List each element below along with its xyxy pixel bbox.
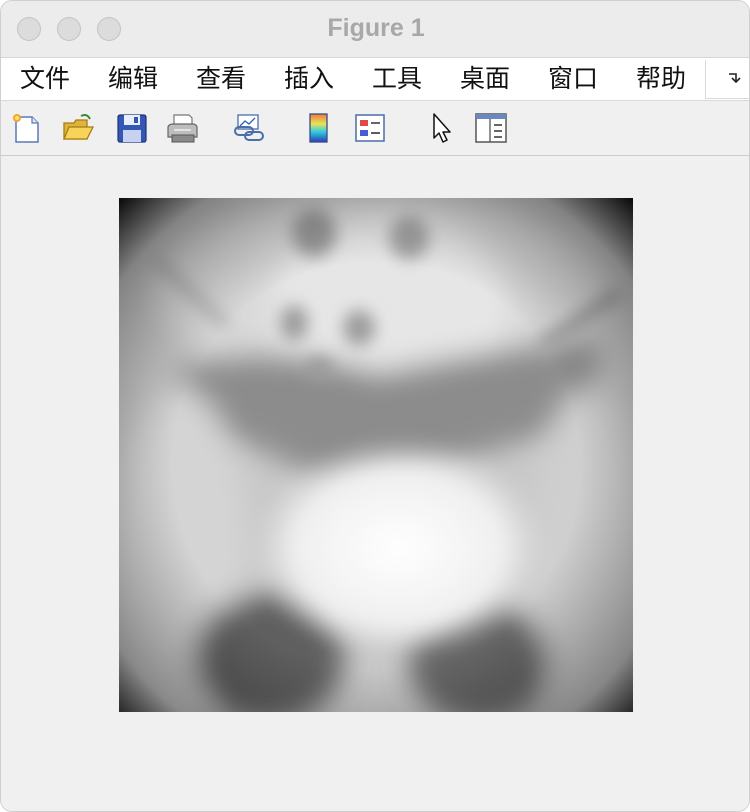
menu-desktop[interactable]: 桌面 xyxy=(460,62,510,96)
overflow-arrow-icon xyxy=(729,73,741,84)
grayscale-panda-image xyxy=(109,193,649,728)
print-icon xyxy=(167,114,198,143)
open-file-button[interactable] xyxy=(61,111,95,145)
menu-edit[interactable]: 编辑 xyxy=(108,62,158,96)
insert-legend-button[interactable] xyxy=(353,111,387,145)
property-inspector-button[interactable] xyxy=(474,111,508,145)
image-axes[interactable] xyxy=(109,193,649,728)
menu-insert[interactable]: 插入 xyxy=(284,62,334,96)
menu-overflow-button[interactable] xyxy=(705,60,749,99)
new-figure-button[interactable] xyxy=(10,111,44,145)
menu-bar: 文件 编辑 查看 插入 工具 桌面 窗口 帮助 xyxy=(1,58,749,101)
insert-colorbar-button[interactable] xyxy=(302,111,336,145)
title-bar[interactable]: Figure 1 xyxy=(1,1,749,58)
open-file-icon xyxy=(63,114,95,140)
legend-icon xyxy=(355,114,385,142)
window-title: Figure 1 xyxy=(327,14,425,42)
menu-window[interactable]: 窗口 xyxy=(548,62,598,96)
menu-view[interactable]: 查看 xyxy=(196,62,246,96)
new-figure-icon xyxy=(13,114,39,143)
save-button[interactable] xyxy=(115,111,149,145)
save-icon xyxy=(117,114,147,143)
pointer-icon xyxy=(433,113,451,143)
menu-tools[interactable]: 工具 xyxy=(372,62,422,96)
link-plot-icon xyxy=(234,114,264,141)
menu-file[interactable]: 文件 xyxy=(20,62,70,96)
link-plot-button[interactable] xyxy=(232,111,266,145)
colorbar-icon xyxy=(309,113,328,143)
property-inspector-icon xyxy=(475,113,507,143)
menu-help[interactable]: 帮助 xyxy=(636,62,686,96)
print-button[interactable] xyxy=(165,111,199,145)
toolbar xyxy=(1,101,749,156)
figure-window: Figure 1 文件 编辑 查看 插入 工具 桌面 窗口 帮助 xyxy=(0,0,750,812)
edit-plot-button[interactable] xyxy=(426,111,460,145)
